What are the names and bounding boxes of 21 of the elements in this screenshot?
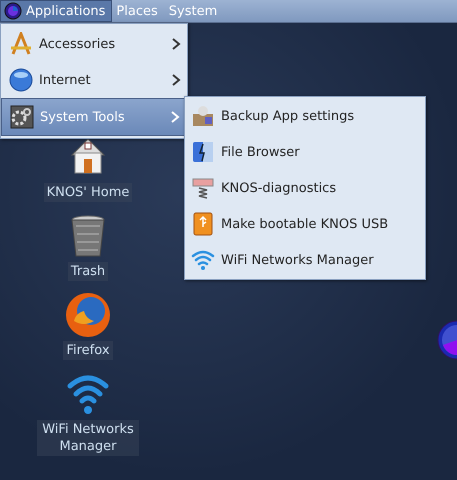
box-icon [191, 104, 215, 128]
menu-item[interactable]: KNOS-diagnostics [185, 170, 425, 206]
desktop-icon-label[interactable]: Firefox [63, 341, 113, 360]
desktop-icon-label[interactable]: Trash [68, 262, 108, 281]
usb-drive-icon [191, 212, 215, 236]
menu-item[interactable]: Backup App settings [185, 98, 425, 134]
menu-item[interactable]: WiFi Networks Manager [185, 242, 425, 278]
panel-menu[interactable]: Applications [0, 0, 112, 22]
menu-item[interactable]: Make bootable KNOS USB [185, 206, 425, 242]
compass-ruler-icon [9, 32, 33, 56]
fox-globe-icon[interactable] [64, 291, 112, 339]
menu-item[interactable]: File Browser [185, 134, 425, 170]
globe-icon [9, 68, 33, 92]
wifi-icon [191, 248, 215, 272]
spring-icon [191, 176, 215, 200]
menu-item[interactable]: Accessories [1, 26, 187, 62]
desktop-icon-label[interactable]: KNOS' Home [44, 183, 132, 202]
menu-item[interactable]: Internet [1, 62, 187, 98]
logo-icon [4, 2, 22, 20]
desktop-icon-label[interactable]: WiFi Networks Manager [37, 420, 139, 456]
gears-icon [10, 105, 34, 129]
